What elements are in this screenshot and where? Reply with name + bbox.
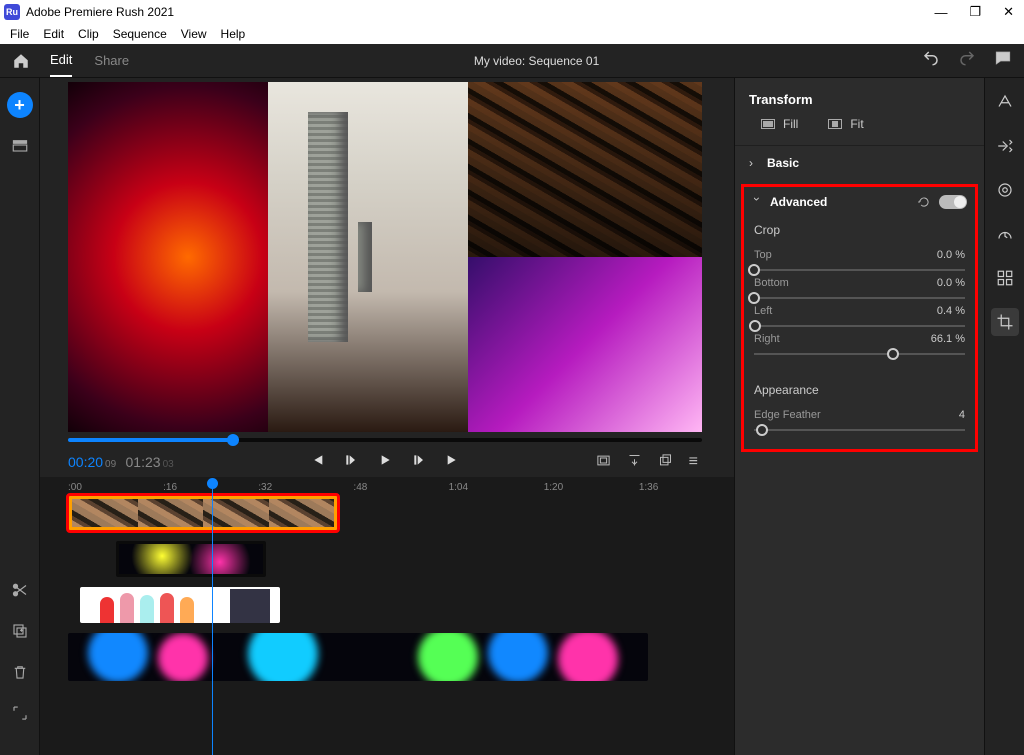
more-button[interactable]: ≡ [689,453,698,471]
menu-clip[interactable]: Clip [72,25,105,43]
window-close-button[interactable]: ✕ [1003,4,1014,20]
crop-bottom-slider[interactable]: Bottom0.0 % [752,271,967,299]
project-panel-icon[interactable] [11,136,29,159]
crop-left-slider[interactable]: Left0.4 % [752,299,967,327]
menu-help[interactable]: Help [215,25,252,43]
transitions-tool[interactable] [991,132,1019,160]
tab-edit[interactable]: Edit [50,44,72,77]
undo-button[interactable] [922,49,940,72]
chevron-down-icon: › [750,197,764,207]
snapshot-button[interactable] [658,453,673,471]
menu-edit[interactable]: Edit [37,25,70,43]
appearance-label: Appearance [752,377,967,403]
audio-track-1[interactable] [68,633,734,681]
crop-tool[interactable] [991,308,1019,336]
preview-quad-2 [468,82,702,257]
video-track-1[interactable] [68,587,734,623]
duplicate-icon[interactable] [11,622,29,645]
crop-right-slider[interactable]: Right66.1 % [752,327,967,355]
fill-icon [761,119,775,129]
left-rail: + [0,78,40,755]
menu-file[interactable]: File [4,25,35,43]
titles-tool[interactable] [991,88,1019,116]
goto-end-button[interactable] [445,452,461,471]
reset-icon[interactable] [917,195,931,209]
window-title: Adobe Premiere Rush 2021 [26,5,174,19]
program-monitor[interactable] [68,82,702,432]
video-track-2[interactable] [68,541,734,577]
window-maximize-button[interactable]: ❐ [969,4,981,20]
center-area: 00:2009 01:2303 ≡ :00 :16 :32 [40,78,734,755]
timeline-clip[interactable] [80,587,280,623]
play-button[interactable] [377,452,393,471]
duration: 01:23 [126,454,161,470]
chevron-right-icon: › [749,156,759,170]
home-icon[interactable] [12,52,30,70]
fullscreen-button[interactable] [596,453,611,471]
scale-fill-button[interactable]: Fill [761,117,798,131]
speed-tool[interactable] [991,220,1019,248]
scissors-icon[interactable] [11,581,29,604]
expand-icon[interactable] [11,704,29,727]
comment-icon[interactable] [994,49,1012,72]
trash-icon[interactable] [11,663,29,686]
project-title: My video: Sequence 01 [151,54,922,68]
timeline-clip[interactable] [68,633,648,681]
current-time: 00:20 [68,454,103,470]
basic-section-header[interactable]: › Basic [735,145,984,180]
scale-fit-button[interactable]: Fit [828,117,863,131]
window-titlebar: Ru Adobe Premiere Rush 2021 — ❐ ✕ [0,0,1024,24]
panel-title: Transform [735,78,984,117]
color-tool[interactable] [991,176,1019,204]
preview-scrubber[interactable] [68,438,702,442]
video-track-3[interactable] [68,495,734,531]
tab-share[interactable]: Share [94,45,129,76]
crop-top-slider[interactable]: Top0.0 % [752,243,967,271]
step-back-button[interactable] [343,452,359,471]
step-fwd-button[interactable] [411,452,427,471]
menu-view[interactable]: View [175,25,213,43]
advanced-section-header[interactable]: › Advanced [752,193,967,217]
transform-panel: Transform Fill Fit › Basic › Advanced Cr… [734,78,984,755]
menu-sequence[interactable]: Sequence [107,25,173,43]
preview-quad-3 [468,257,702,432]
export-frame-button[interactable] [627,453,642,471]
audio-tool[interactable] [991,264,1019,292]
timeline-playhead[interactable] [212,479,213,755]
advanced-section-highlight: › Advanced Crop Top0.0 % Bottom0.0 % Lef… [741,184,978,452]
crop-label: Crop [752,217,967,243]
window-minimize-button[interactable]: — [934,5,947,20]
timeline-clip[interactable] [116,541,266,577]
preview-quad-1 [68,82,268,432]
redo-button[interactable] [958,49,976,72]
add-media-button[interactable]: + [7,92,33,118]
preview-quad-4 [268,82,468,432]
right-tool-rail [984,78,1024,755]
app-badge: Ru [4,4,20,20]
scrubber-handle[interactable] [227,434,239,446]
timeline-ruler[interactable]: :00 :16 :32 :48 1:04 1:20 1:36 [68,477,734,493]
timeline[interactable]: :00 :16 :32 :48 1:04 1:20 1:36 [40,477,734,755]
app-topbar: Edit Share My video: Sequence 01 [0,44,1024,78]
fit-icon [828,119,842,129]
goto-start-button[interactable] [309,452,325,471]
edge-feather-slider[interactable]: Edge Feather4 [752,403,967,431]
selected-clip[interactable] [68,495,338,531]
advanced-toggle[interactable] [939,195,967,209]
menu-bar: File Edit Clip Sequence View Help [0,24,1024,44]
timecode[interactable]: 00:2009 01:2303 [68,454,174,470]
